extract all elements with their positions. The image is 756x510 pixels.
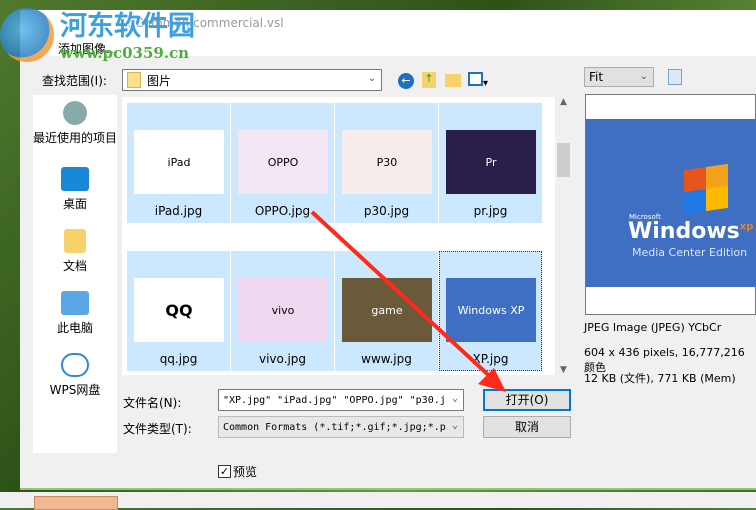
arrow-shaft bbox=[310, 210, 498, 384]
watermark-logo bbox=[0, 8, 54, 62]
watermark-url: www.pc0359.cn bbox=[60, 44, 190, 62]
watermark-site-name: 河东软件园 bbox=[60, 11, 195, 42]
annotation-arrow bbox=[310, 210, 506, 392]
